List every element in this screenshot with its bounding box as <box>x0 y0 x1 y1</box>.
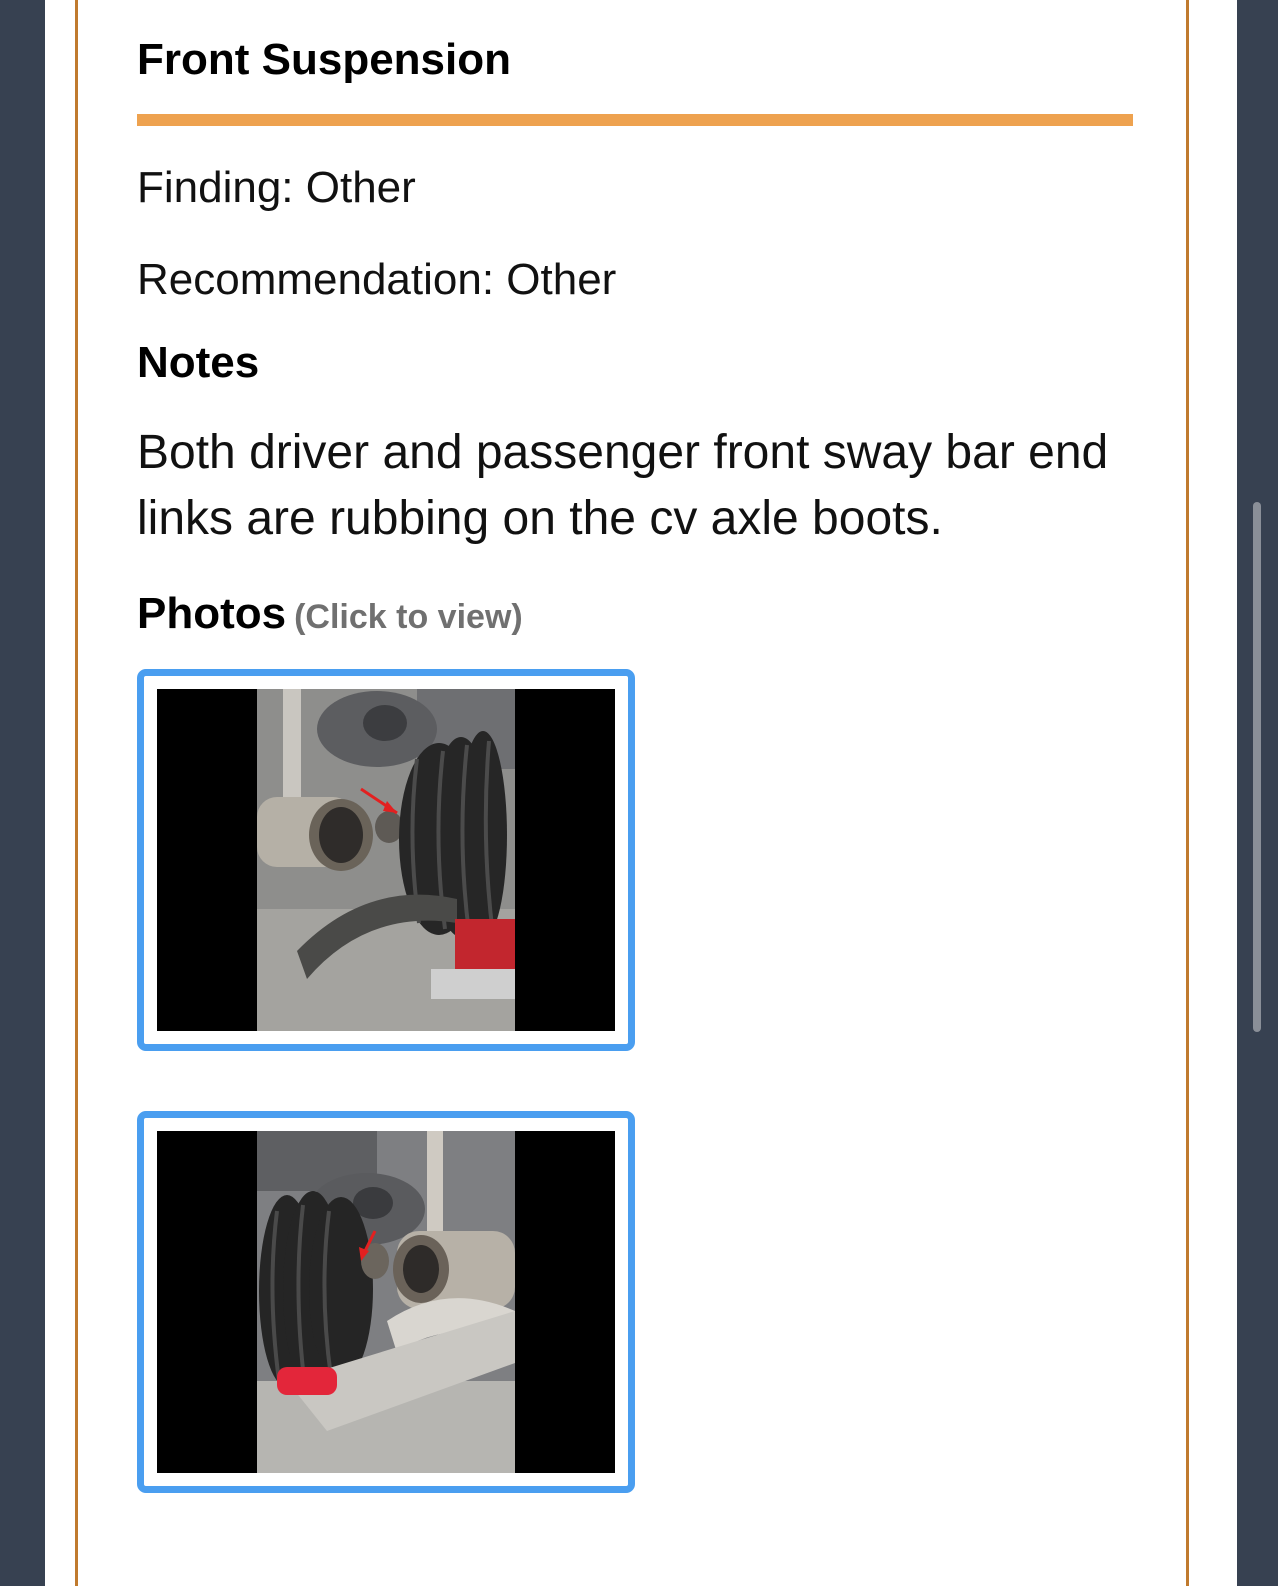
photo-image-1 <box>157 689 615 1031</box>
report-page: Front Suspension Finding: Other Recommen… <box>45 0 1237 1586</box>
photo-thumbnail-1[interactable] <box>137 669 635 1051</box>
photo-image-2 <box>157 1131 615 1473</box>
photos-heading: Photos (Click to view) <box>137 589 523 638</box>
title-divider <box>137 114 1133 126</box>
recommendation-text: Recommendation: Other <box>137 255 617 304</box>
suspension-photo-1 <box>257 689 515 1031</box>
photos-heading-label: Photos <box>137 589 287 638</box>
photos-click-hint: (Click to view) <box>294 598 523 636</box>
suspension-photo-2 <box>257 1131 515 1473</box>
notes-heading: Notes <box>137 338 260 387</box>
vertical-scrollbar[interactable] <box>1253 502 1261 1032</box>
notes-body: Both driver and passenger front sway bar… <box>137 426 1109 545</box>
photo-thumbnail-2[interactable] <box>137 1111 635 1493</box>
section-title: Front Suspension <box>137 35 511 84</box>
finding-text: Finding: Other <box>137 163 416 212</box>
